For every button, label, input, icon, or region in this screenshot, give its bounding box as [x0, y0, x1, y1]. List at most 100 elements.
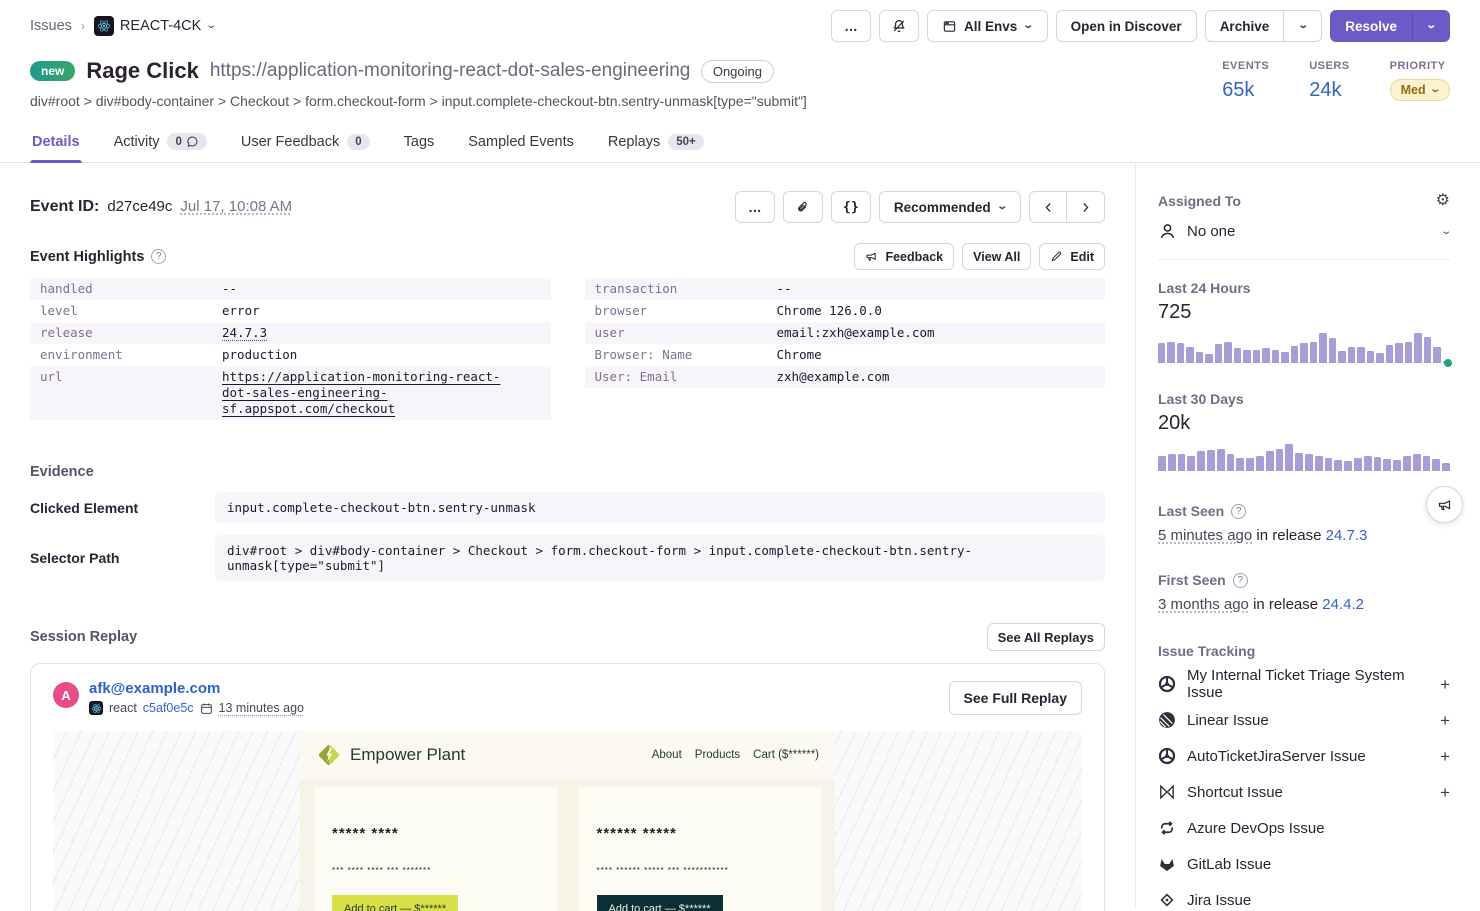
help-icon[interactable]: ? — [1231, 504, 1246, 519]
more-actions-button[interactable]: … — [831, 10, 871, 42]
selector-path-label: Selector Path — [30, 550, 215, 566]
ticket-system-icon — [1158, 675, 1176, 693]
open-in-discover-button[interactable]: Open in Discover — [1056, 10, 1197, 42]
chevron-down-icon: ⌄ — [1425, 21, 1437, 31]
feedback-button[interactable]: Feedback — [854, 243, 954, 270]
tracker-item[interactable]: GitLab Issue — [1158, 853, 1450, 875]
next-event-button[interactable] — [1067, 191, 1105, 223]
tab-details[interactable]: Details — [30, 125, 82, 162]
first-seen-release-link[interactable]: 24.4.2 — [1322, 596, 1364, 613]
replay-viewport: Empower Plant About Products Cart ($****… — [300, 731, 835, 911]
last-seen-time[interactable]: 5 minutes ago — [1158, 527, 1252, 544]
archive-dropdown-button[interactable]: ⌄ — [1284, 10, 1322, 42]
tracker-item[interactable]: Shortcut Issue + — [1158, 781, 1450, 803]
event-id-label: Event ID: — [30, 198, 99, 216]
first-seen-time[interactable]: 3 months ago — [1158, 596, 1249, 613]
env-filter-dropdown[interactable]: All Envs ⌄ — [927, 10, 1048, 42]
product-card: ****** ***** **** ****** ***** *** *****… — [579, 787, 822, 911]
evidence-title: Evidence — [30, 464, 1105, 480]
tracker-item[interactable]: My Internal Ticket Triage System Issue + — [1158, 673, 1450, 695]
highlight-row: transaction-- — [585, 278, 1106, 300]
mute-button[interactable] — [879, 10, 919, 42]
chevron-right-icon: › — [81, 19, 85, 33]
tracker-item[interactable]: Azure DevOps Issue — [1158, 817, 1450, 839]
priority-dropdown[interactable]: Med⌄ — [1390, 79, 1450, 101]
plus-icon[interactable]: + — [1440, 712, 1450, 729]
resolve-dropdown-button[interactable]: ⌄ — [1412, 10, 1450, 42]
issue-stats: EVENTS 65k USERS 24k PRIORITY Med⌄ — [1222, 58, 1450, 109]
chevron-down-icon: ⌄ — [1440, 227, 1452, 237]
plus-icon[interactable]: + — [1440, 748, 1450, 765]
session-replay-title: Session Replay — [30, 629, 137, 645]
release-link[interactable]: 24.7.3 — [222, 325, 267, 341]
see-full-replay-button[interactable]: See Full Replay — [949, 681, 1082, 715]
tracker-item[interactable]: AutoTicketJiraServer Issue + — [1158, 745, 1450, 767]
chevron-left-icon — [1042, 201, 1055, 214]
archive-button[interactable]: Archive — [1205, 10, 1285, 42]
issue-culprit: div#root > div#body-container > Checkout… — [30, 93, 807, 109]
attachments-button[interactable] — [783, 191, 823, 223]
gear-icon[interactable]: ⚙ — [1436, 193, 1450, 209]
chevron-down-icon: ⌄ — [206, 21, 218, 31]
tab-sampled-events[interactable]: Sampled Events — [466, 125, 576, 162]
tab-user-feedback[interactable]: User Feedback0 — [239, 125, 372, 162]
event-selector-dropdown[interactable]: Recommended⌄ — [879, 191, 1021, 223]
braces-icon: {} — [843, 199, 859, 215]
last-24h-chart[interactable] — [1158, 333, 1450, 363]
issue-title-block: new Rage Click https://application-monit… — [30, 58, 807, 109]
breadcrumb: Issues › REACT-4CK ⌄ — [30, 16, 216, 36]
megaphone-icon — [865, 250, 878, 263]
users-count-link[interactable]: 24k — [1309, 79, 1341, 102]
env-filter-label: All Envs — [964, 19, 1017, 34]
edit-button[interactable]: Edit — [1039, 243, 1105, 270]
lightning-diamond-logo-icon — [316, 742, 342, 768]
plus-icon[interactable]: + — [1440, 784, 1450, 801]
chevron-down-icon: ⌄ — [996, 202, 1008, 212]
breadcrumb-project[interactable]: REACT-4CK ⌄ — [94, 16, 216, 36]
person-icon — [1158, 222, 1177, 241]
last-24h-count: 725 — [1158, 301, 1450, 324]
replay-time-ago[interactable]: 13 minutes ago — [219, 701, 304, 715]
last-30d-chart[interactable] — [1158, 443, 1450, 471]
highlight-row: levelerror — [30, 300, 551, 322]
assignee-value: No one — [1187, 223, 1235, 240]
event-more-button[interactable]: … — [735, 191, 775, 223]
tab-tags[interactable]: Tags — [402, 125, 437, 162]
highlight-row: environmentproduction — [30, 344, 551, 366]
events-count-link[interactable]: 65k — [1222, 79, 1254, 102]
help-icon[interactable]: ? — [151, 249, 166, 264]
replay-id-link[interactable]: c5af0e5c — [143, 701, 194, 715]
shortcut-icon — [1158, 783, 1176, 801]
chevron-down-icon: ⌄ — [1429, 85, 1441, 95]
tracker-item[interactable]: Linear Issue + — [1158, 709, 1450, 731]
last-seen-release-link[interactable]: 24.7.3 — [1326, 527, 1368, 544]
see-all-replays-button[interactable]: See All Replays — [987, 623, 1105, 651]
highlights-table-left: handled-- levelerror release24.7.3 envir… — [30, 278, 551, 420]
highlight-row: handled-- — [30, 278, 551, 300]
replay-card: A afk@example.com react c5af0e5c 13 minu — [30, 663, 1105, 911]
users-label: USERS — [1309, 60, 1349, 72]
ticket-system-icon — [1158, 747, 1176, 765]
floating-feedback-button[interactable] — [1426, 486, 1463, 523]
tracker-item[interactable]: Jira Issue — [1158, 889, 1450, 911]
main-panel: Event ID: d27ce49c Jul 17, 10:08 AM … {}… — [0, 163, 1135, 907]
paperclip-icon — [795, 200, 810, 215]
resolve-button[interactable]: Resolve — [1330, 10, 1412, 42]
json-button[interactable]: {} — [831, 191, 871, 223]
replay-user-link[interactable]: afk@example.com — [89, 680, 304, 697]
replay-preview[interactable]: Empower Plant About Products Cart ($****… — [53, 731, 1082, 911]
help-icon[interactable]: ? — [1233, 573, 1248, 588]
breadcrumb-issues-link[interactable]: Issues — [30, 18, 72, 34]
azure-devops-icon — [1158, 819, 1176, 837]
plus-icon[interactable]: + — [1440, 676, 1450, 693]
first-seen-title: First Seen — [1158, 572, 1226, 588]
event-timestamp[interactable]: Jul 17, 10:08 AM — [180, 198, 292, 215]
assignee-dropdown[interactable]: No one ⌄ — [1158, 222, 1450, 260]
prev-event-button[interactable] — [1029, 191, 1067, 223]
highlights-table-right: transaction-- browserChrome 126.0.0 user… — [585, 278, 1106, 420]
view-all-button[interactable]: View All — [962, 243, 1031, 270]
url-link[interactable]: https://application-monitoring-react-dot… — [222, 369, 522, 417]
sidebar: Assigned To ⚙ No one ⌄ Last 24 Hours 725… — [1135, 163, 1480, 907]
tab-activity[interactable]: Activity 0 — [112, 125, 209, 162]
tab-replays[interactable]: Replays50+ — [606, 125, 706, 162]
